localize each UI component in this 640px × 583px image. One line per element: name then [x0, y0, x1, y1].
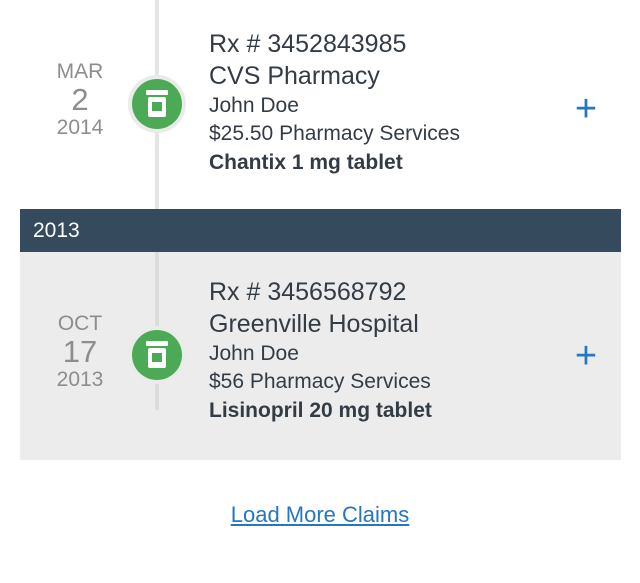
expand-plus-icon[interactable]: + [571, 337, 601, 375]
claim-pharmacy: Greenville Hospital [209, 310, 419, 338]
claim-rx-number: Rx # 3456568792 [209, 278, 407, 306]
claim-member: John Doe [209, 342, 299, 365]
claim-date-month: MAR [56, 60, 104, 83]
claim-date-day: 17 [62, 334, 98, 369]
claim-date-day: 2 [71, 82, 89, 117]
expand-plus-icon[interactable]: + [571, 90, 601, 128]
pill-bottle-icon [132, 79, 182, 129]
claim-member: John Doe [209, 94, 299, 117]
claim-info: Rx # 3452843985 CVS Pharmacy John Doe $2… [209, 28, 569, 178]
year-header: 2013 [20, 209, 621, 252]
claim-date-year: 2014 [56, 116, 104, 139]
load-more-claims-link[interactable]: Load More Claims [231, 502, 410, 527]
pill-bottle-icon [132, 330, 182, 380]
claim-pharmacy: CVS Pharmacy [209, 62, 380, 90]
claim-date: MAR 2 2014 [42, 60, 118, 140]
claim-item: OCT 17 2013 Rx # 3456568792 Greenville H… [20, 252, 621, 460]
claim-amount: $25.50 Pharmacy Services [209, 122, 460, 145]
claim-item: MAR 2 2014 Rx # 3452843985 CVS Pharmacy … [20, 0, 621, 209]
claim-date-month: OCT [57, 312, 103, 335]
claim-amount: $56 Pharmacy Services [209, 370, 431, 393]
pill-bottle-icon-ring [128, 326, 186, 384]
claim-drug: Lisinopril 20 mg tablet [209, 399, 432, 422]
claim-date-year: 2013 [56, 368, 104, 391]
claim-date: OCT 17 2013 [42, 312, 118, 392]
claim-rx-number: Rx # 3452843985 [209, 30, 407, 58]
claim-info: Rx # 3456568792 Greenville Hospital John… [209, 276, 569, 426]
claim-drug: Chantix 1 mg tablet [209, 151, 403, 174]
pill-bottle-icon-ring [128, 75, 186, 133]
load-more-container: Load More Claims [0, 500, 640, 530]
